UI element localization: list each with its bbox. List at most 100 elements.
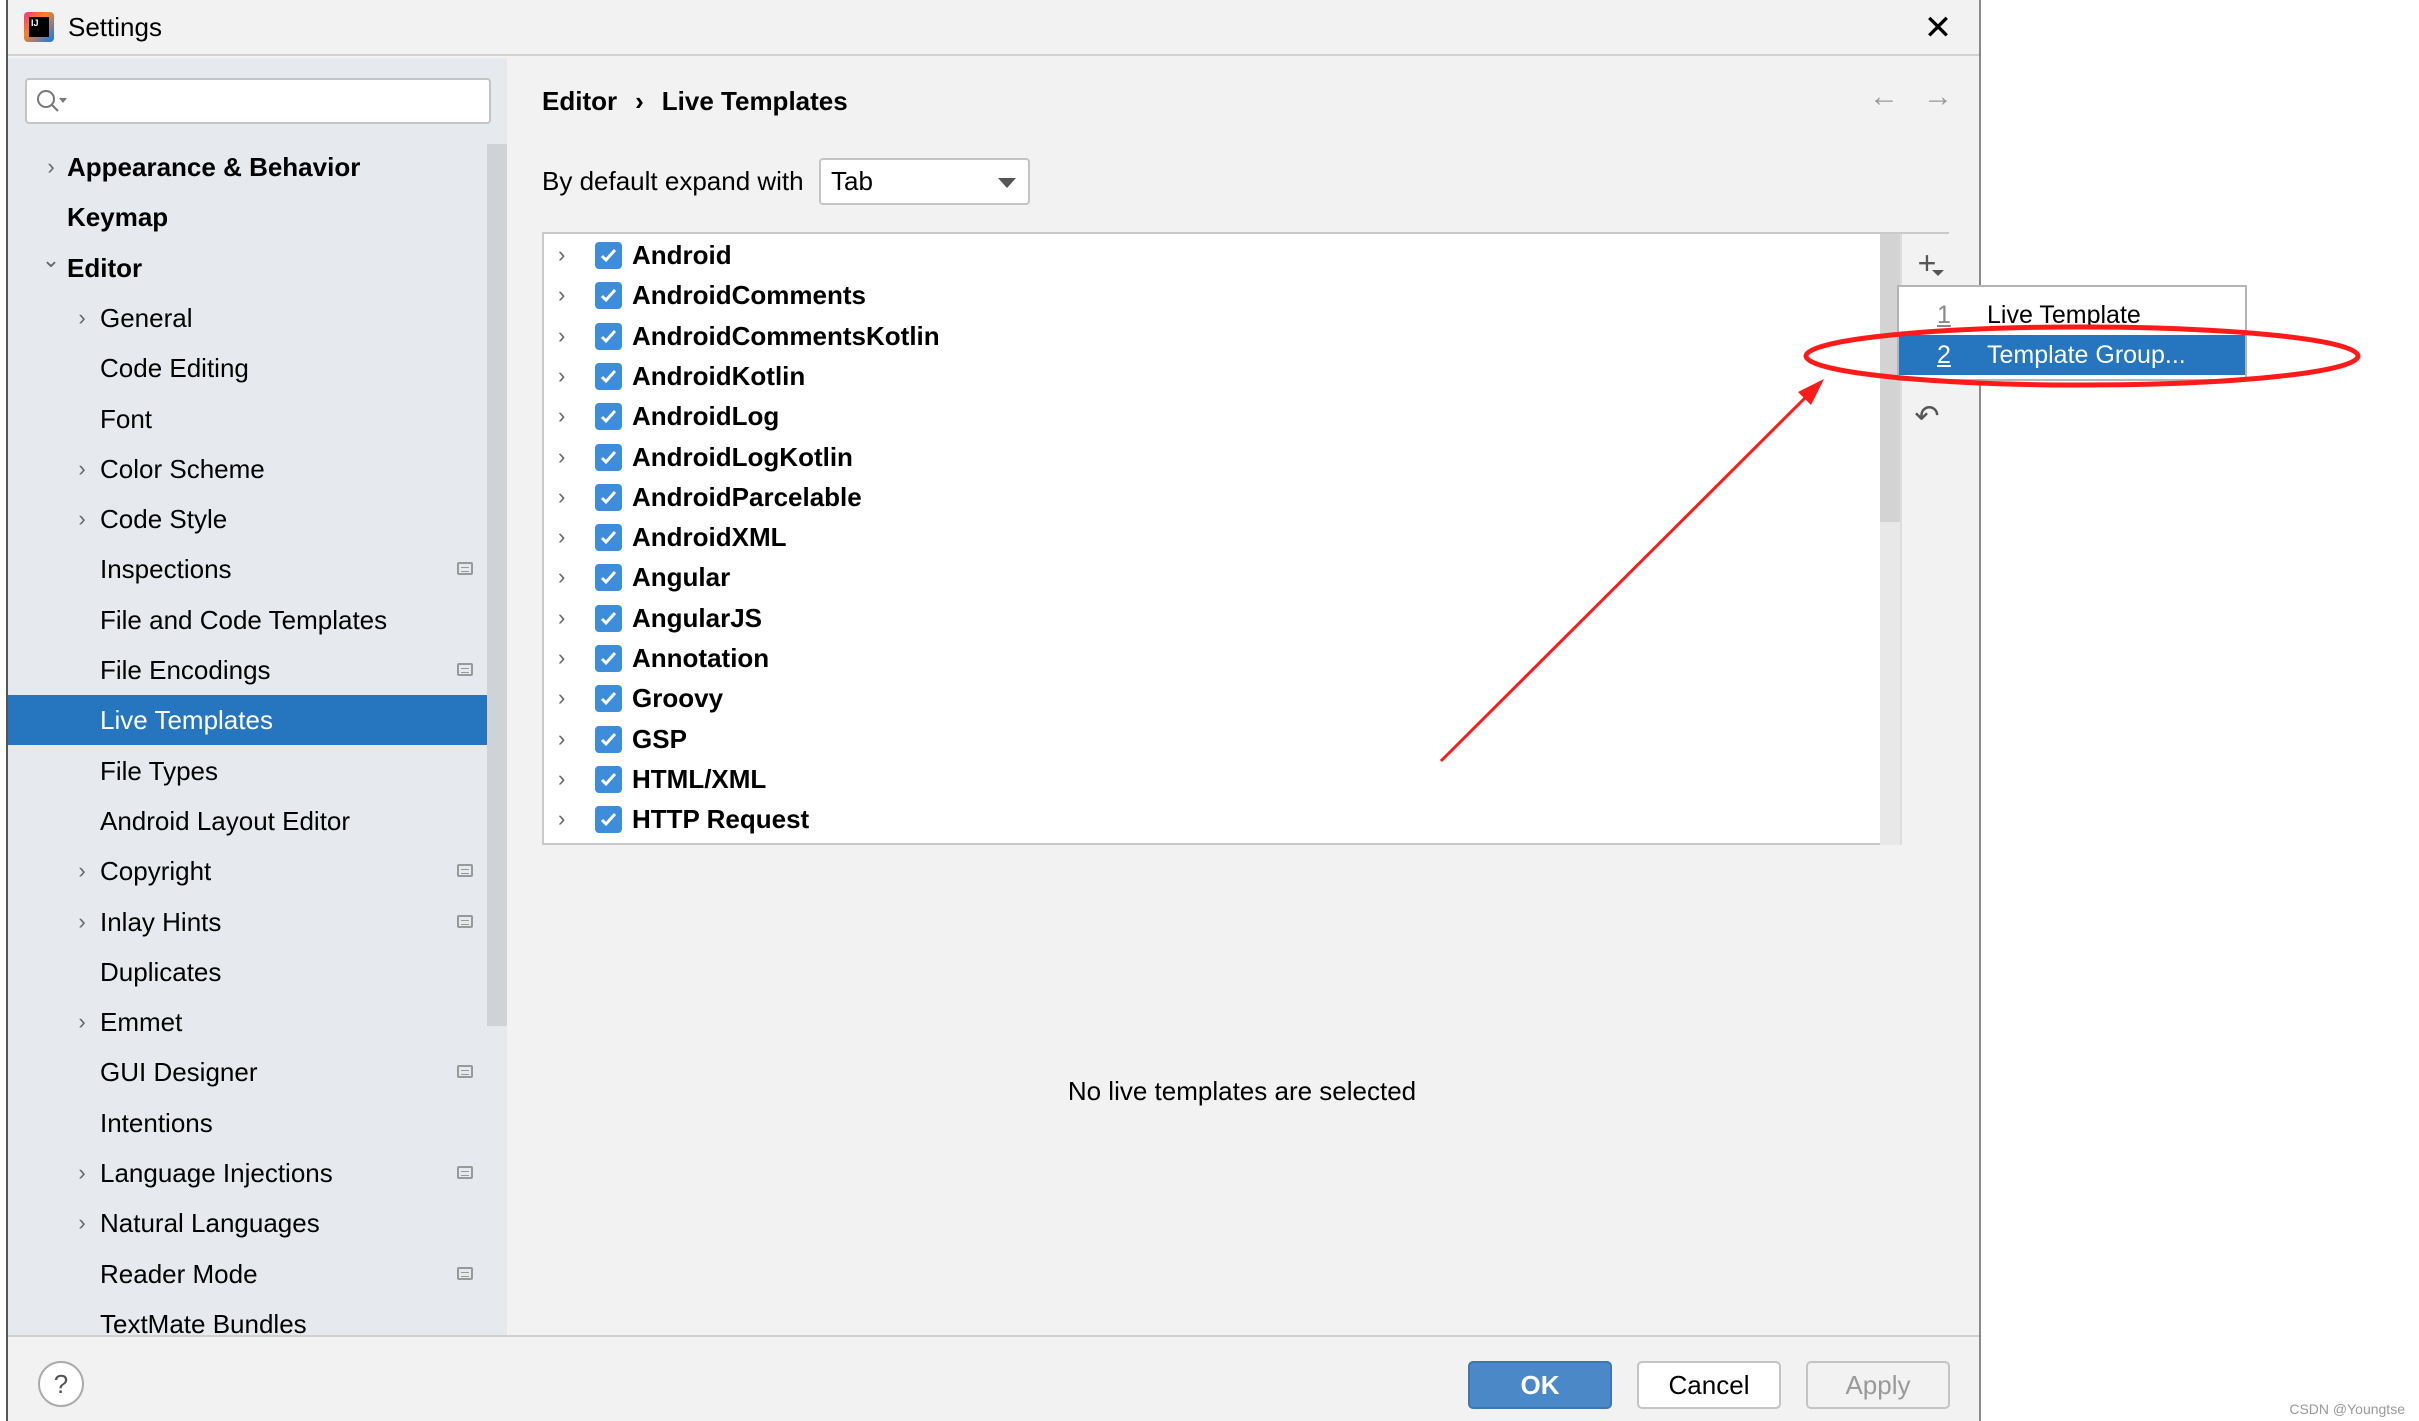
template-group-row[interactable]: › Angular <box>544 557 1880 597</box>
group-checkbox[interactable] <box>595 685 622 713</box>
template-group-row[interactable]: › Annotation <box>544 638 1880 678</box>
chevron-right-icon[interactable]: › <box>558 678 565 718</box>
breadcrumb-editor[interactable]: Editor <box>542 86 617 116</box>
sidebar-item-android-layout-editor[interactable]: Android Layout Editor <box>8 796 507 846</box>
sidebar-scrollbar[interactable] <box>487 144 507 1026</box>
chevron-right-icon[interactable]: › <box>41 142 61 192</box>
expand-with-dropdown[interactable]: Tab <box>819 158 1030 205</box>
chevron-right-icon[interactable]: › <box>558 437 565 477</box>
sidebar-item-intentions[interactable]: Intentions <box>8 1098 507 1148</box>
group-checkbox[interactable] <box>595 645 622 672</box>
group-checkbox[interactable] <box>595 282 622 310</box>
sidebar-item-language-injections[interactable]: › Language Injections <box>8 1148 507 1198</box>
chevron-right-icon[interactable]: › <box>558 557 565 597</box>
sidebar-item-appearance-behavior[interactable]: › Appearance & Behavior <box>8 142 507 192</box>
cancel-button[interactable]: Cancel <box>1637 1361 1781 1409</box>
menu-item-template-group[interactable]: 2 Template Group... <box>1899 335 2245 375</box>
chevron-right-icon[interactable]: › <box>558 275 565 315</box>
group-checkbox[interactable] <box>595 806 622 834</box>
group-checkbox[interactable] <box>595 443 622 471</box>
sidebar-item-live-templates[interactable]: Live Templates <box>8 695 507 746</box>
group-checkbox[interactable] <box>595 362 622 390</box>
sidebar-item-font[interactable]: Font <box>8 394 507 444</box>
sidebar-item-inspections[interactable]: Inspections <box>8 544 507 594</box>
restore-defaults-icon[interactable]: ↶ <box>1912 402 1942 432</box>
group-checkbox[interactable] <box>595 322 622 350</box>
sidebar-item-keymap[interactable]: Keymap <box>8 192 507 242</box>
sidebar-item-general[interactable]: › General <box>8 293 507 343</box>
chevron-right-icon[interactable]: › <box>558 316 565 356</box>
sidebar-item-file-encodings[interactable]: File Encodings <box>8 645 507 695</box>
chevron-right-icon[interactable]: › <box>72 293 92 343</box>
chevron-right-icon[interactable]: › <box>558 356 565 396</box>
ok-button[interactable]: OK <box>1468 1361 1612 1409</box>
add-dropdown-button[interactable]: + <box>1912 247 1944 279</box>
template-group-row[interactable]: › AndroidLog <box>544 396 1880 436</box>
template-group-row[interactable]: › AndroidComments <box>544 275 1880 315</box>
chevron-right-icon[interactable]: › <box>558 517 565 557</box>
checkmark-icon <box>600 450 617 464</box>
group-checkbox[interactable] <box>595 242 622 269</box>
template-group-row[interactable]: › AndroidCommentsKotlin <box>544 316 1880 356</box>
sidebar-item-file-types[interactable]: File Types <box>8 746 507 796</box>
back-arrow-icon[interactable]: ← <box>1869 80 1899 114</box>
chevron-right-icon[interactable]: › <box>72 494 92 544</box>
forward-arrow-icon[interactable]: → <box>1923 80 1953 114</box>
sidebar-item-editor[interactable]: ⌄ Editor <box>8 243 507 293</box>
chevron-right-icon[interactable]: › <box>558 759 565 799</box>
group-checkbox[interactable] <box>595 564 622 592</box>
checkmark-icon <box>600 813 617 827</box>
chevron-right-icon[interactable]: › <box>558 396 565 436</box>
chevron-right-icon[interactable]: › <box>558 638 565 678</box>
close-icon[interactable]: ✕ <box>1918 8 1958 48</box>
chevron-right-icon[interactable]: › <box>72 846 92 896</box>
template-group-row[interactable]: › AndroidKotlin <box>544 356 1880 396</box>
group-checkbox[interactable] <box>595 403 622 431</box>
chevron-right-icon[interactable]: › <box>558 719 565 759</box>
sidebar-item-duplicates[interactable]: Duplicates <box>8 947 507 997</box>
chevron-right-icon[interactable]: › <box>72 997 92 1047</box>
settings-search-input[interactable] <box>25 78 491 124</box>
menu-item-live-template[interactable]: 1 Live Template <box>1899 295 2245 335</box>
sidebar-item-label: File and Code Templates <box>100 604 388 635</box>
template-group-row[interactable]: › Groovy <box>544 678 1880 718</box>
template-group-row[interactable]: › AngularJS <box>544 598 1880 638</box>
group-checkbox[interactable] <box>595 524 622 552</box>
sidebar-item-copyright[interactable]: › Copyright <box>8 846 507 896</box>
chevron-right-icon[interactable]: › <box>72 1148 92 1198</box>
group-checkbox[interactable] <box>595 725 622 753</box>
template-group-row[interactable]: › AndroidXML <box>544 517 1880 557</box>
chevron-right-icon[interactable]: › <box>72 444 92 494</box>
group-checkbox[interactable] <box>595 765 622 793</box>
sidebar-item-file-and-code-templates[interactable]: File and Code Templates <box>8 595 507 645</box>
template-group-row[interactable]: › GSP <box>544 719 1880 759</box>
apply-button[interactable]: Apply <box>1806 1361 1950 1409</box>
chevron-right-icon[interactable]: › <box>72 1198 92 1248</box>
sidebar-item-label: Reader Mode <box>100 1258 258 1289</box>
help-button[interactable]: ? <box>38 1361 84 1407</box>
group-checkbox[interactable] <box>595 483 622 511</box>
sidebar-item-code-style[interactable]: › Code Style <box>8 494 507 544</box>
sidebar-item-color-scheme[interactable]: › Color Scheme <box>8 444 507 494</box>
sidebar-item-inlay-hints[interactable]: › Inlay Hints <box>8 897 507 947</box>
template-group-row[interactable]: › Android <box>544 235 1880 275</box>
template-group-row[interactable]: › HTTP Request <box>544 799 1880 839</box>
chevron-right-icon[interactable]: › <box>558 799 565 839</box>
sidebar-item-code-editing[interactable]: Code Editing <box>8 343 507 393</box>
sidebar-item-reader-mode[interactable]: Reader Mode <box>8 1249 507 1299</box>
checkmark-icon <box>600 248 617 263</box>
sidebar-item-textmate-bundles[interactable]: TextMate Bundles <box>8 1299 507 1335</box>
chevron-right-icon[interactable]: › <box>72 897 92 947</box>
chevron-right-icon[interactable]: › <box>558 598 565 638</box>
chevron-right-icon[interactable]: › <box>558 477 565 517</box>
group-checkbox[interactable] <box>595 604 622 632</box>
sidebar-item-emmet[interactable]: › Emmet <box>8 997 507 1047</box>
template-group-row[interactable]: › AndroidLogKotlin <box>544 437 1880 477</box>
sidebar-item-natural-languages[interactable]: › Natural Languages <box>8 1198 507 1248</box>
group-label: HTML/XML <box>632 763 767 794</box>
template-group-row[interactable]: › AndroidParcelable <box>544 477 1880 517</box>
sidebar-item-gui-designer[interactable]: GUI Designer <box>8 1047 507 1097</box>
chevron-right-icon[interactable]: › <box>558 235 565 275</box>
template-group-row[interactable]: › HTML/XML <box>544 759 1880 799</box>
chevron-down-icon[interactable]: ⌄ <box>41 235 61 285</box>
